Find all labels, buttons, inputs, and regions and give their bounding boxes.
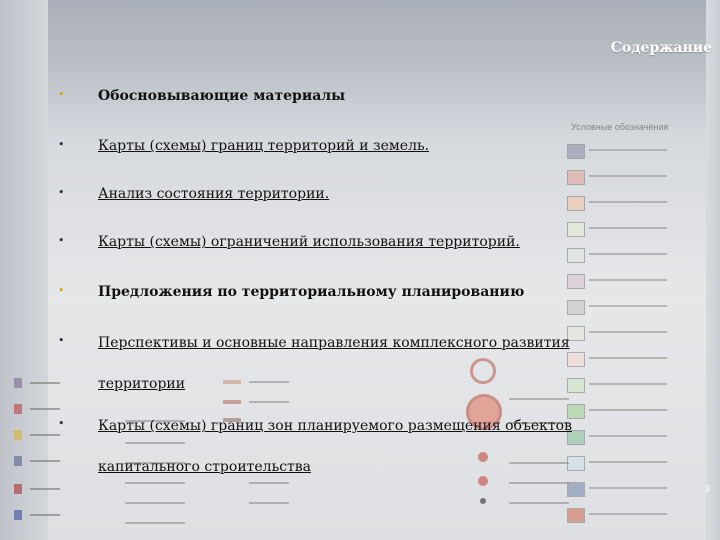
legend-dot-symbol: [480, 498, 486, 504]
list-item-label[interactable]: Перспективы и основные направления компл…: [98, 323, 638, 405]
legend-marker-icon: [14, 456, 22, 466]
list-item-label: Обосновывающие материалы: [98, 88, 346, 104]
bullet-icon: •: [58, 334, 65, 347]
list-item-label[interactable]: Карты (схемы) границ территорий и земель…: [98, 138, 429, 154]
legend-swatch: [567, 274, 585, 289]
legend-row: [565, 142, 683, 160]
legend-line: [589, 227, 667, 229]
legend-marker-icon: [14, 510, 22, 520]
legend-swatch: [567, 300, 585, 315]
left-legend-background: [0, 360, 60, 540]
legend-line: [125, 502, 185, 504]
list-item-label[interactable]: Карты (схемы) ограничений использования …: [98, 234, 520, 250]
legend-line: [589, 279, 667, 281]
legend-marker-icon: [14, 430, 22, 440]
page-number: 3: [704, 484, 710, 494]
legend-line: [30, 382, 60, 384]
legend-row: [565, 168, 683, 186]
bullet-icon: •: [58, 417, 65, 430]
legend-row: [565, 220, 683, 238]
legend-row: [565, 246, 683, 264]
legend-line: [249, 502, 289, 504]
bullet-icon: •: [58, 284, 65, 297]
legend-swatch: [567, 248, 585, 263]
legend-swatch: [567, 144, 585, 159]
bullet-icon: •: [58, 88, 65, 101]
legend-line: [30, 488, 60, 490]
legend-marker-icon: [14, 404, 22, 414]
legend-line: [589, 149, 667, 151]
legend-line: [30, 434, 60, 436]
legend-line: [589, 513, 667, 515]
legend-line: [509, 502, 569, 504]
legend-swatch: [567, 222, 585, 237]
legend-row: [565, 298, 683, 316]
list-item-label[interactable]: Карты (схемы) границ зон планируемого ра…: [98, 406, 638, 488]
right-decor-band: [706, 0, 720, 540]
slide-title: Содержание: [610, 40, 712, 56]
bullet-icon: •: [58, 234, 65, 247]
legend-line: [30, 408, 60, 410]
legend-marker-icon: [14, 378, 22, 388]
legend-swatch: [567, 196, 585, 211]
slide: Условные обозначения Содержание • Обосно…: [0, 0, 720, 540]
bullet-icon: •: [58, 138, 65, 151]
legend-line: [589, 201, 667, 203]
legend-line: [30, 460, 60, 462]
legend-line: [589, 175, 667, 177]
legend-row: [565, 194, 683, 212]
list-item-label[interactable]: Анализ состояния территории.: [98, 186, 329, 202]
legend-line: [30, 514, 60, 516]
legend-title: Условные обозначения: [571, 122, 669, 132]
legend-swatch: [567, 170, 585, 185]
list-item-label: Предложения по территориальному планиров…: [98, 284, 525, 300]
legend-row: [565, 272, 683, 290]
bullet-icon: •: [58, 186, 65, 199]
legend-line: [589, 305, 667, 307]
legend-line: [589, 253, 667, 255]
legend-marker-icon: [14, 484, 22, 494]
legend-line: [125, 522, 185, 524]
